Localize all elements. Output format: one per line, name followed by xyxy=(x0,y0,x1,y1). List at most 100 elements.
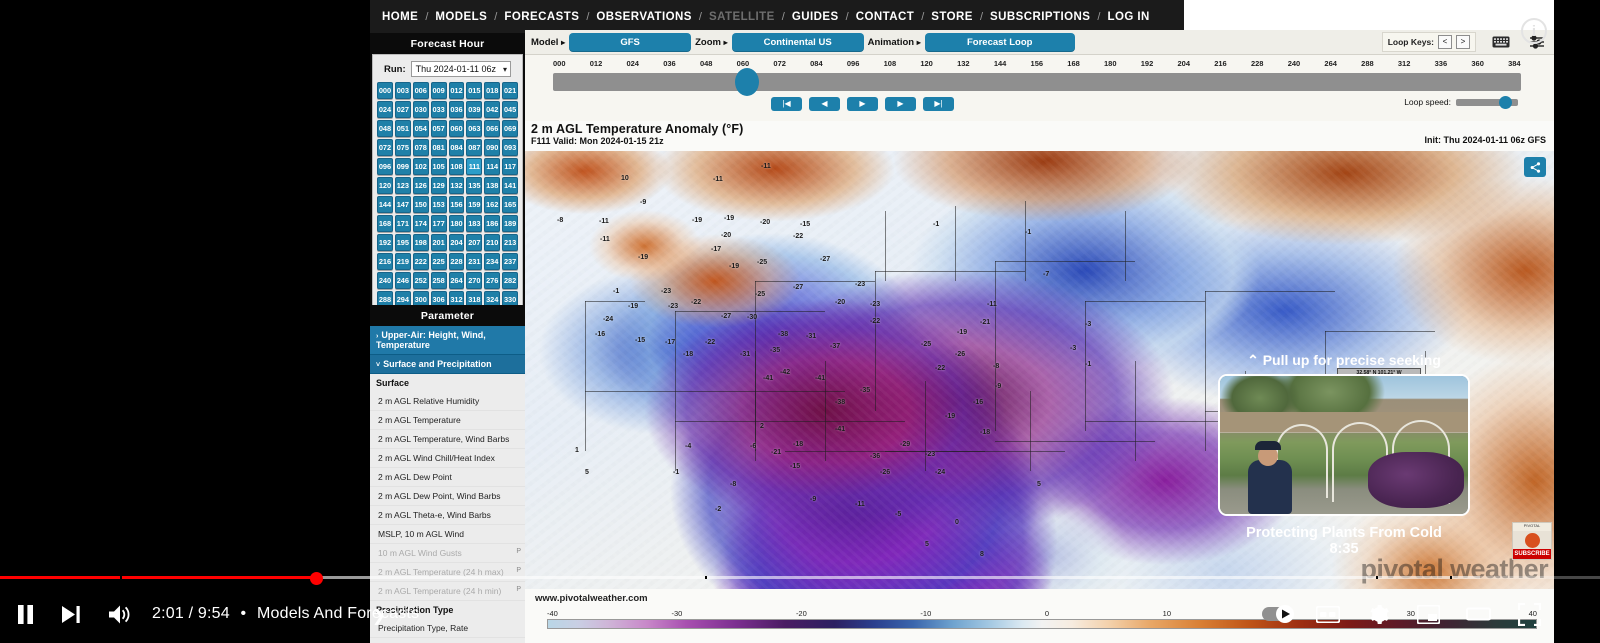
subscribe-badge[interactable]: PIVOTAL SUBSCRIBE xyxy=(1512,522,1552,560)
forecast-hour-093[interactable]: 093 xyxy=(502,139,518,156)
forecast-hour-228[interactable]: 228 xyxy=(448,253,465,270)
nav-item-home[interactable]: HOME xyxy=(380,11,420,23)
loop-key-next-button[interactable]: > xyxy=(1456,35,1470,49)
forecast-hour-270[interactable]: 270 xyxy=(466,272,483,289)
slider-track[interactable] xyxy=(553,73,1521,91)
forecast-hour-246[interactable]: 246 xyxy=(394,272,411,289)
forecast-hour-141[interactable]: 141 xyxy=(502,177,518,194)
forecast-hour-009[interactable]: 009 xyxy=(430,82,447,99)
forecast-hour-204[interactable]: 204 xyxy=(448,234,465,251)
forecast-hour-195[interactable]: 195 xyxy=(394,234,411,251)
animation-select-button[interactable]: Forecast Loop xyxy=(924,32,1075,52)
forecast-hour-189[interactable]: 189 xyxy=(502,215,518,232)
forecast-hour-258[interactable]: 258 xyxy=(430,272,447,289)
forecast-hour-171[interactable]: 171 xyxy=(394,215,411,232)
nav-item-forecasts[interactable]: FORECASTS xyxy=(502,11,581,23)
forecast-hour-048[interactable]: 048 xyxy=(377,120,393,137)
accordion-upper-air[interactable]: › Upper-Air: Height, Wind, Temperature xyxy=(370,326,525,355)
forecast-hour-081[interactable]: 081 xyxy=(430,139,447,156)
forecast-hour-234[interactable]: 234 xyxy=(484,253,501,270)
forecast-hour-027[interactable]: 027 xyxy=(394,101,411,118)
forecast-hour-174[interactable]: 174 xyxy=(412,215,429,232)
autoplay-toggle-icon[interactable] xyxy=(1258,597,1300,631)
forecast-hour-033[interactable]: 033 xyxy=(430,101,447,118)
forecast-hour-282[interactable]: 282 xyxy=(502,272,518,289)
closed-captions-icon[interactable] xyxy=(1311,597,1345,631)
model-select-button[interactable]: GFS xyxy=(569,32,692,52)
loop-speed-handle[interactable] xyxy=(1499,95,1512,109)
forecast-hour-183[interactable]: 183 xyxy=(466,215,483,232)
forecast-hour-072[interactable]: 072 xyxy=(377,139,393,156)
accordion-surface-precipitation[interactable]: ˅ Surface and Precipitation xyxy=(370,355,525,374)
forecast-hour-099[interactable]: 099 xyxy=(394,158,411,175)
forecast-hour-042[interactable]: 042 xyxy=(484,101,501,118)
step-back-button[interactable]: ◀ xyxy=(809,97,840,111)
forecast-hour-192[interactable]: 192 xyxy=(377,234,393,251)
forecast-hour-066[interactable]: 066 xyxy=(484,120,501,137)
nav-item-observations[interactable]: OBSERVATIONS xyxy=(594,11,694,23)
forecast-hour-252[interactable]: 252 xyxy=(412,272,429,289)
forecast-hour-036[interactable]: 036 xyxy=(448,101,465,118)
forecast-hour-186[interactable]: 186 xyxy=(484,215,501,232)
forecast-hour-168[interactable]: 168 xyxy=(377,215,393,232)
forecast-hour-156[interactable]: 156 xyxy=(448,196,465,213)
first-frame-button[interactable]: |◀ xyxy=(771,97,802,111)
forecast-hour-264[interactable]: 264 xyxy=(448,272,465,289)
forecast-hour-219[interactable]: 219 xyxy=(394,253,411,270)
loop-key-prev-button[interactable]: < xyxy=(1438,35,1452,49)
forecast-hour-060[interactable]: 060 xyxy=(448,120,465,137)
video-progress-bar[interactable] xyxy=(0,572,1600,585)
forecast-hour-105[interactable]: 105 xyxy=(430,158,447,175)
forecast-hour-180[interactable]: 180 xyxy=(448,215,465,232)
forecast-hour-114[interactable]: 114 xyxy=(484,158,501,175)
nav-item-subscriptions[interactable]: SUBSCRIPTIONS xyxy=(988,11,1092,23)
info-icon[interactable]: i xyxy=(1521,18,1547,44)
forecast-hour-090[interactable]: 090 xyxy=(484,139,501,156)
forecast-hour-165[interactable]: 165 xyxy=(502,196,518,213)
forecast-hour-126[interactable]: 126 xyxy=(412,177,429,194)
forecast-hour-003[interactable]: 003 xyxy=(394,82,411,99)
forecast-hour-084[interactable]: 084 xyxy=(448,139,465,156)
slider-handle[interactable] xyxy=(735,68,759,96)
step-forward-button[interactable]: ▶ xyxy=(885,97,916,111)
parameter-item[interactable]: MSLP, 10 m AGL Wind xyxy=(370,525,525,544)
forecast-hour-153[interactable]: 153 xyxy=(430,196,447,213)
forecast-hour-201[interactable]: 201 xyxy=(430,234,447,251)
forecast-hour-213[interactable]: 213 xyxy=(502,234,518,251)
forecast-hour-132[interactable]: 132 xyxy=(448,177,465,194)
forecast-hour-087[interactable]: 087 xyxy=(466,139,483,156)
parameter-item[interactable]: 2 m AGL Theta-e, Wind Barbs xyxy=(370,506,525,525)
forecast-hour-129[interactable]: 129 xyxy=(430,177,447,194)
forecast-hour-177[interactable]: 177 xyxy=(430,215,447,232)
forecast-hour-021[interactable]: 021 xyxy=(502,82,518,99)
forecast-hour-210[interactable]: 210 xyxy=(484,234,501,251)
forecast-hour-030[interactable]: 030 xyxy=(412,101,429,118)
forecast-hour-147[interactable]: 147 xyxy=(394,196,411,213)
forecast-hour-000[interactable]: 000 xyxy=(377,82,393,99)
forecast-hour-135[interactable]: 135 xyxy=(466,177,483,194)
forecast-hour-045[interactable]: 045 xyxy=(502,101,518,118)
forecast-hour-108[interactable]: 108 xyxy=(448,158,465,175)
forecast-hour-162[interactable]: 162 xyxy=(484,196,501,213)
forecast-hour-120[interactable]: 120 xyxy=(377,177,393,194)
forecast-hour-111[interactable]: 111 xyxy=(466,158,483,175)
forecast-hour-054[interactable]: 054 xyxy=(412,120,429,137)
loop-speed-track[interactable] xyxy=(1456,95,1518,109)
parameter-item[interactable]: 2 m AGL Wind Chill/Heat Index xyxy=(370,449,525,468)
forecast-hour-207[interactable]: 207 xyxy=(466,234,483,251)
forecast-hour-015[interactable]: 015 xyxy=(466,82,483,99)
forecast-hour-276[interactable]: 276 xyxy=(484,272,501,289)
forecast-hour-078[interactable]: 078 xyxy=(412,139,429,156)
parameter-item[interactable]: 2 m AGL Dew Point, Wind Barbs xyxy=(370,487,525,506)
forecast-hour-216[interactable]: 216 xyxy=(377,253,393,270)
forecast-hour-150[interactable]: 150 xyxy=(412,196,429,213)
volume-icon[interactable] xyxy=(103,597,137,631)
forecast-hour-069[interactable]: 069 xyxy=(502,120,518,137)
parameter-item[interactable]: 2 m AGL Relative Humidity xyxy=(370,392,525,411)
forecast-hour-018[interactable]: 018 xyxy=(484,82,501,99)
parameter-item[interactable]: 2 m AGL Temperature xyxy=(370,411,525,430)
nav-item-store[interactable]: STORE xyxy=(929,11,975,23)
play-button[interactable]: ▶ xyxy=(847,97,878,111)
fullscreen-icon[interactable] xyxy=(1512,597,1546,631)
forecast-hour-057[interactable]: 057 xyxy=(430,120,447,137)
